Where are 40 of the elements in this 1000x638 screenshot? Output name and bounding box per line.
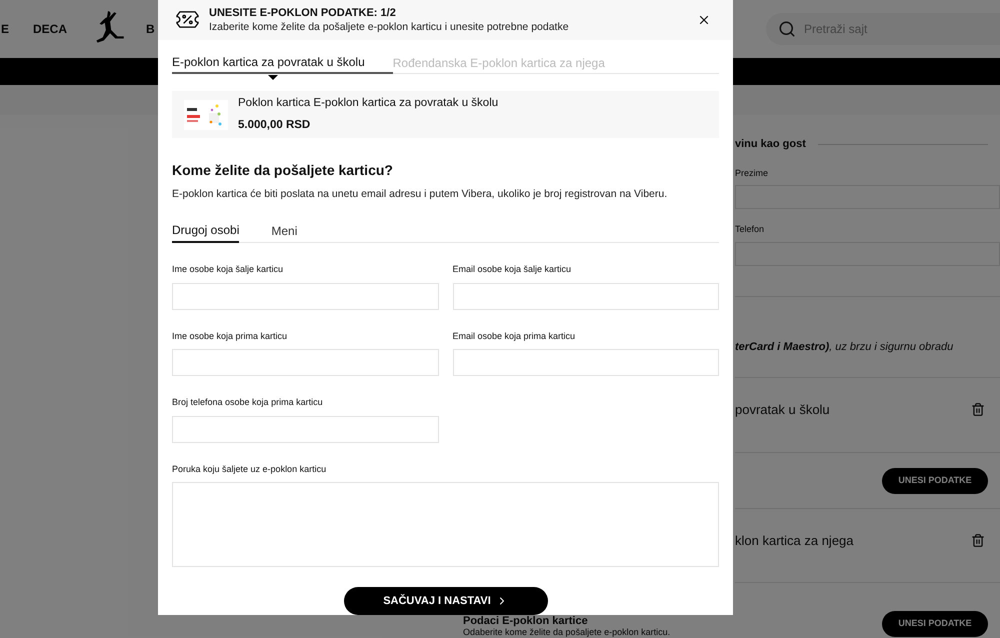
trash-icon[interactable] (971, 402, 985, 418)
discount-ticket-icon (174, 9, 201, 30)
cart-item-name: povratak u školu (735, 401, 830, 419)
product-name: Poklon kartica E-poklon kartica za povratak u školu (238, 96, 498, 112)
modal-subtitle: Izaberite kome želite da pošaljete e-poklon karticu i unesite potrebne podatke (209, 20, 569, 34)
section-heading: vinu kao gost (735, 137, 806, 152)
input-field[interactable] (172, 282, 438, 310)
enter-details-button[interactable]: UNESI PODATKE (882, 611, 988, 637)
section-heading: Kome želite da pošaljete karticu? (172, 161, 394, 180)
field-label: Poruka koju šaljete uz e-poklon karticu (172, 462, 328, 476)
save-continue-button[interactable]: SAČUVAJ I NASTAVI (344, 587, 548, 615)
pointer-icon (268, 74, 278, 80)
enter-details-button[interactable]: UNESI PODATKE (882, 468, 988, 494)
cart-item-name: klon kartica za njega (735, 532, 854, 550)
input-field[interactable] (452, 282, 719, 310)
input-field[interactable] (452, 349, 719, 376)
modal-title: UNESITE E-POKLON PODATKE: 1/2 (209, 6, 397, 20)
input-field[interactable] (172, 349, 438, 376)
field-label: Ime osobe koja šalje karticu (172, 263, 284, 276)
card-tab[interactable]: E-poklon kartica za povratak u školu (172, 52, 393, 74)
nav-link[interactable]: B (146, 20, 155, 38)
payment-note: terCard i Maestro), uz brzu i sigurnu obradu (735, 340, 954, 354)
field-label: Email osobe koja šalje karticu (452, 263, 572, 276)
section-text: Odaberite kome želite da pošaljete e-poklon karticu. (463, 627, 670, 637)
recipient-tab[interactable]: Meni (271, 219, 298, 243)
input-field[interactable] (172, 416, 438, 442)
field-label: Telefon (735, 223, 766, 236)
section-heading: Podaci E-poklon kartice (463, 615, 589, 627)
nav-link[interactable]: E (1, 20, 33, 38)
nav-link[interactable]: DECA (33, 20, 68, 38)
search-icon (778, 20, 796, 38)
field-label: Email osobe koja prima karticu (452, 330, 576, 343)
message-field[interactable] (172, 482, 719, 567)
field-label: Ime osobe koja prima karticu (172, 330, 288, 343)
field-label: Broj telefona osobe koja prima karticu (172, 396, 324, 409)
info-text: E-poklon kartica će biti poslata na unetu email adresu i putem Vibera, ukoliko je broj registrovan na Viberu. (172, 187, 668, 202)
product-price: 5.000,00 RSD (238, 118, 312, 133)
recipient-tab[interactable]: Drugoj osobi (172, 219, 240, 243)
field-label: Prezime (735, 166, 770, 180)
trash-icon[interactable] (971, 532, 985, 548)
